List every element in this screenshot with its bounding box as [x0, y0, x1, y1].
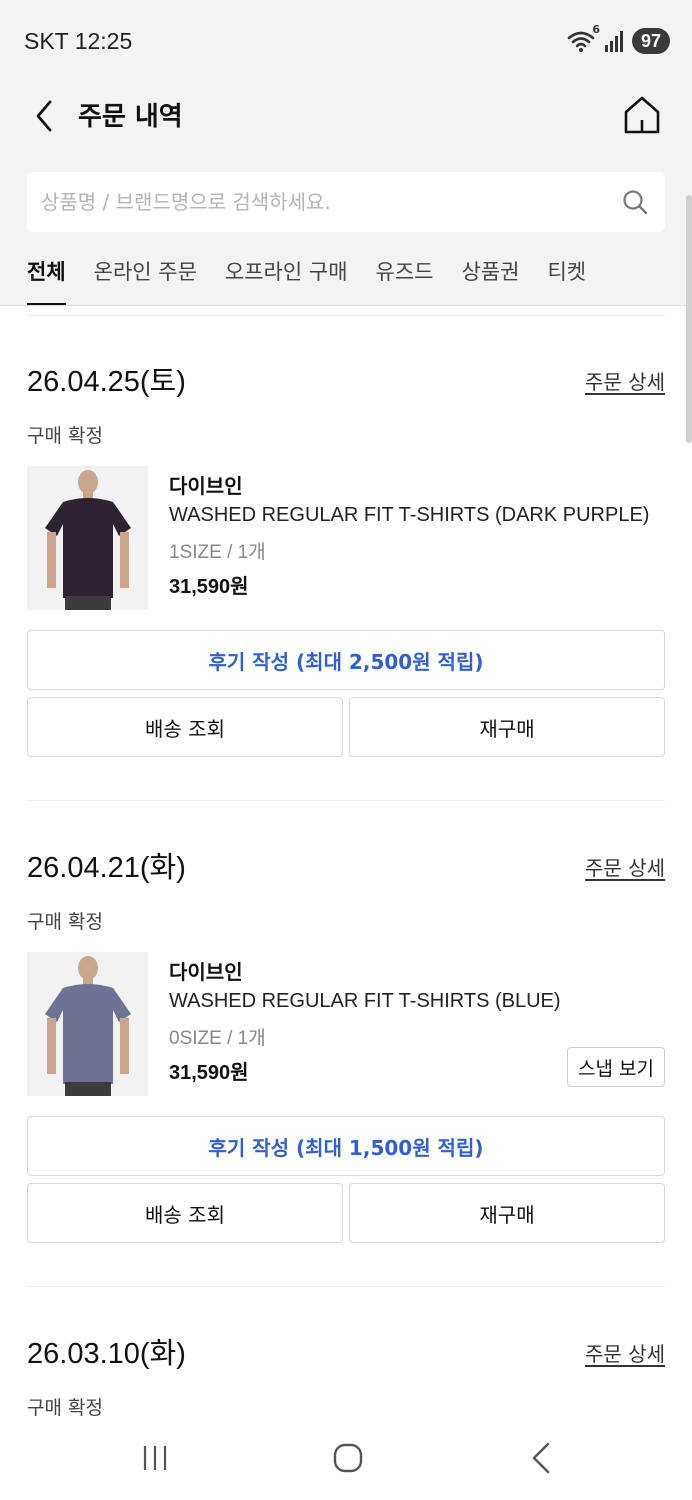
order-status: 구매 확정: [27, 1397, 103, 1419]
app-header: 주문 내역: [0, 82, 692, 148]
search-box: [27, 172, 665, 232]
tab-gift-card[interactable]: 상품권: [462, 246, 520, 306]
tab-online-order[interactable]: 온라인 주문: [94, 246, 197, 306]
back-button[interactable]: [28, 96, 64, 136]
page-title: 주문 내역: [78, 102, 183, 132]
order-status: 구매 확정: [27, 425, 103, 447]
product-price: 31,590원: [169, 576, 249, 598]
back-icon: [532, 1442, 550, 1474]
recent-apps-icon: [143, 1446, 167, 1470]
home-button[interactable]: [622, 94, 662, 136]
product-option: 1SIZE / 1개: [169, 542, 266, 563]
order-card: 26.04.21(화) 주문 상세 구매 확정 다이브인 WASHED REGU…: [27, 844, 665, 1254]
back-nav-button[interactable]: [522, 1438, 562, 1478]
home-circle-icon: [333, 1443, 363, 1473]
order-card: 26.04.25(토) 주문 상세 구매 확정 다이브인 WASHED REGU…: [27, 358, 665, 768]
order-date: 26.04.25(토): [27, 366, 186, 398]
scrollbar[interactable]: [686, 195, 692, 443]
battery-indicator: 97: [631, 28, 670, 54]
order-detail-link[interactable]: 주문 상세: [585, 366, 665, 395]
product-name[interactable]: WASHED REGULAR FIT T-SHIRTS (DARK PURPLE…: [169, 504, 649, 527]
order-date: 26.04.21(화): [27, 852, 186, 884]
recent-apps-button[interactable]: [135, 1438, 175, 1478]
track-delivery-button[interactable]: 배송 조회: [27, 1183, 343, 1243]
tab-all[interactable]: 전체: [27, 246, 66, 306]
chevron-left-icon: [36, 100, 52, 132]
product-name[interactable]: WASHED REGULAR FIT T-SHIRTS (BLUE): [169, 990, 561, 1013]
signal-icon: [604, 30, 624, 52]
view-snap-button[interactable]: 스냅 보기: [567, 1047, 665, 1087]
search-input[interactable]: [41, 172, 601, 232]
product-brand: 다이브인: [169, 960, 243, 984]
product-option: 0SIZE / 1개: [169, 1028, 266, 1049]
home-nav-button[interactable]: [328, 1438, 368, 1478]
home-icon: [624, 96, 660, 134]
wifi-badge: 6: [592, 23, 600, 36]
write-review-button[interactable]: 후기 작성 (최대 1,500원 적립): [27, 1116, 665, 1176]
order-detail-link[interactable]: 주문 상세: [585, 1338, 665, 1367]
reorder-button[interactable]: 재구매: [349, 697, 665, 757]
status-bar: SKT 12:25 6 97: [0, 0, 692, 82]
carrier-time: SKT 12:25: [24, 28, 133, 54]
reorder-button[interactable]: 재구매: [349, 1183, 665, 1243]
search-icon[interactable]: [621, 188, 649, 216]
tshirt-photo-blue: [27, 952, 148, 1096]
tshirt-photo-dark-purple: [27, 466, 148, 610]
track-delivery-button[interactable]: 배송 조회: [27, 697, 343, 757]
order-detail-link[interactable]: 주문 상세: [585, 852, 665, 881]
product-price: 31,590원: [169, 1062, 249, 1084]
order-tabs: 전체 온라인 주문 오프라인 구매 유즈드 상품권 티켓: [27, 246, 586, 306]
product-image[interactable]: [27, 952, 148, 1096]
order-card: 26.03.10(화) 주문 상세 구매 확정: [27, 1330, 665, 1420]
system-nav-bar: [0, 1420, 692, 1500]
tab-used[interactable]: 유즈드: [376, 246, 434, 306]
tab-ticket[interactable]: 티켓: [547, 246, 586, 306]
section-divider: [27, 315, 665, 316]
tabs-divider: [0, 305, 692, 306]
status-icons: 6 97: [566, 23, 670, 54]
section-divider: [27, 1286, 665, 1287]
order-status: 구매 확정: [27, 911, 103, 933]
write-review-button[interactable]: 후기 작성 (최대 2,500원 적립): [27, 630, 665, 690]
section-divider: [27, 800, 665, 801]
wifi-icon: 6: [566, 23, 600, 53]
product-brand: 다이브인: [169, 474, 243, 498]
order-date: 26.03.10(화): [27, 1338, 186, 1370]
product-image[interactable]: [27, 466, 148, 610]
tab-offline-purchase[interactable]: 오프라인 구매: [225, 246, 348, 306]
